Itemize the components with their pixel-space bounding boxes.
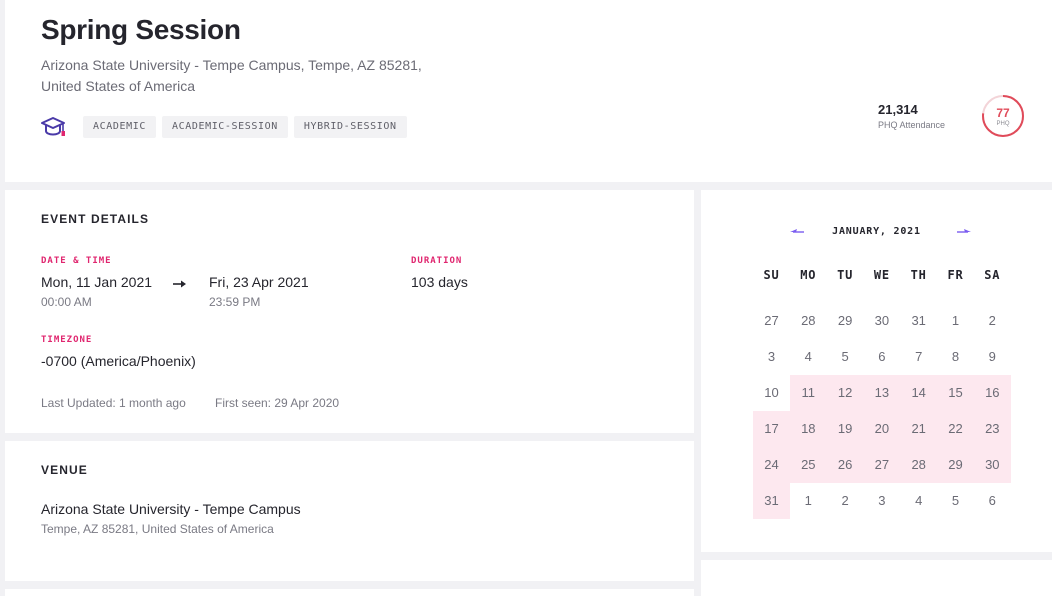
arrow-right-icon bbox=[173, 280, 186, 288]
event-details-card: EVENT DETAILS DATE & TIME Mon, 11 Jan 20… bbox=[5, 190, 694, 433]
event-header: Spring Session Arizona State University … bbox=[5, 0, 1052, 182]
calendar-day[interactable]: 29 bbox=[937, 447, 974, 483]
timezone-label: TIMEZONE bbox=[41, 335, 93, 345]
start-time: 00:00 AM bbox=[41, 295, 92, 309]
calendar-day[interactable]: 28 bbox=[790, 303, 827, 339]
first-seen: First seen: 29 Apr 2020 bbox=[215, 396, 340, 410]
event-details-heading: EVENT DETAILS bbox=[41, 212, 150, 226]
calendar-month-title: JANUARY, 2021 bbox=[832, 226, 921, 237]
start-date: Mon, 11 Jan 2021 bbox=[41, 274, 153, 290]
attendance-value: 21,314 bbox=[878, 102, 918, 117]
calendar-day[interactable]: 20 bbox=[863, 411, 901, 447]
calendar-day[interactable]: 28 bbox=[900, 447, 938, 483]
calendar-day[interactable]: 16 bbox=[973, 375, 1011, 411]
weekday-header: SU bbox=[763, 268, 780, 282]
calendar-day[interactable]: 6 bbox=[974, 483, 1011, 519]
venue-name: Arizona State University - Tempe Campus bbox=[41, 501, 301, 517]
calendar-day[interactable]: 27 bbox=[753, 303, 790, 339]
weekday-header: MO bbox=[800, 268, 817, 282]
calendar-day[interactable]: 31 bbox=[753, 483, 790, 519]
calendar-day[interactable]: 31 bbox=[900, 303, 937, 339]
phq-rank-value: 77 bbox=[996, 106, 1010, 120]
tag-hybrid-session[interactable]: HYBRID-SESSION bbox=[293, 116, 407, 138]
weekday-header: WE bbox=[873, 268, 890, 282]
calendar-day[interactable]: 15 bbox=[937, 375, 974, 411]
calendar-day[interactable]: 2 bbox=[974, 303, 1011, 339]
venue-card: VENUE Arizona State University - Tempe C… bbox=[5, 441, 694, 581]
next-month-icon[interactable] bbox=[957, 228, 971, 236]
attendance-label: PHQ Attendance bbox=[878, 120, 946, 130]
calendar-day[interactable]: 3 bbox=[863, 483, 900, 519]
date-time-label: DATE & TIME bbox=[41, 256, 112, 266]
event-title: Spring Session bbox=[41, 14, 241, 45]
calendar-day[interactable]: 17 bbox=[753, 411, 790, 447]
calendar-day[interactable]: 24 bbox=[753, 447, 790, 483]
tag-list: ACADEMIC ACADEMIC-SESSION HYBRID-SESSION bbox=[41, 116, 407, 138]
calendar-day[interactable]: 27 bbox=[863, 447, 901, 483]
calendar-day[interactable]: 6 bbox=[863, 339, 900, 375]
attendance-block: 21,314 PHQ Attendance bbox=[878, 102, 945, 130]
calendar-day[interactable]: 25 bbox=[789, 447, 827, 483]
calendar-day[interactable]: 22 bbox=[937, 411, 974, 447]
graduation-cap-icon bbox=[41, 117, 65, 136]
calendar-day[interactable]: 26 bbox=[826, 447, 864, 483]
calendar-day[interactable]: 1 bbox=[790, 483, 827, 519]
calendar-day[interactable]: 14 bbox=[900, 375, 938, 411]
calendar-day[interactable]: 2 bbox=[827, 483, 864, 519]
event-address: Arizona State University - Tempe Campus,… bbox=[41, 57, 422, 94]
weekday-header: TU bbox=[837, 268, 854, 282]
timezone-value: -0700 (America/Phoenix) bbox=[41, 353, 196, 369]
calendar-day[interactable]: 18 bbox=[789, 411, 827, 447]
end-time: 23:59 PM bbox=[209, 295, 261, 309]
venue-address: Tempe, AZ 85281, United States of Americ… bbox=[41, 522, 274, 536]
calendar-day[interactable]: 8 bbox=[937, 339, 974, 375]
calendar-day[interactable]: 9 bbox=[974, 339, 1011, 375]
tag-academic-session[interactable]: ACADEMIC-SESSION bbox=[161, 116, 288, 138]
calendar-day[interactable]: 30 bbox=[863, 303, 900, 339]
calendar-day[interactable]: 3 bbox=[753, 339, 790, 375]
calendar-day[interactable]: 4 bbox=[790, 339, 827, 375]
duration-value: 103 days bbox=[411, 274, 468, 290]
calendar-day[interactable]: 29 bbox=[827, 303, 864, 339]
calendar-day[interactable]: 23 bbox=[973, 411, 1011, 447]
calendar-card: JANUARY, 2021 SU MO TU WE TH FR SA 27 28 29 30 31 1 2… bbox=[701, 190, 1052, 552]
calendar-day[interactable]: 11 bbox=[789, 375, 827, 411]
tag-academic[interactable]: ACADEMIC bbox=[83, 116, 156, 138]
weekday-header: TH bbox=[910, 268, 927, 282]
phq-rank-label: PHQ bbox=[996, 121, 1010, 127]
last-updated: Last Updated: 1 month ago bbox=[41, 396, 186, 410]
weekday-header: FR bbox=[947, 268, 964, 282]
side-card bbox=[701, 560, 1052, 596]
calendar-day[interactable]: 1 bbox=[937, 303, 974, 339]
calendar-day[interactable]: 4 bbox=[900, 483, 937, 519]
calendar-day[interactable]: 12 bbox=[826, 375, 864, 411]
duration-label: DURATION bbox=[411, 256, 463, 266]
venue-heading: VENUE bbox=[41, 463, 88, 477]
calendar-day[interactable]: 7 bbox=[900, 339, 937, 375]
calendar-day[interactable]: 5 bbox=[827, 339, 864, 375]
weekday-header: SA bbox=[984, 268, 1001, 282]
next-card bbox=[5, 589, 694, 596]
calendar-day[interactable]: 13 bbox=[863, 375, 901, 411]
calendar-day[interactable]: 30 bbox=[973, 447, 1011, 483]
end-date: Fri, 23 Apr 2021 bbox=[209, 274, 309, 290]
calendar-day[interactable]: 5 bbox=[937, 483, 974, 519]
calendar-day[interactable]: 19 bbox=[826, 411, 864, 447]
calendar-day[interactable]: 21 bbox=[900, 411, 938, 447]
calendar-day[interactable]: 10 bbox=[753, 375, 790, 411]
